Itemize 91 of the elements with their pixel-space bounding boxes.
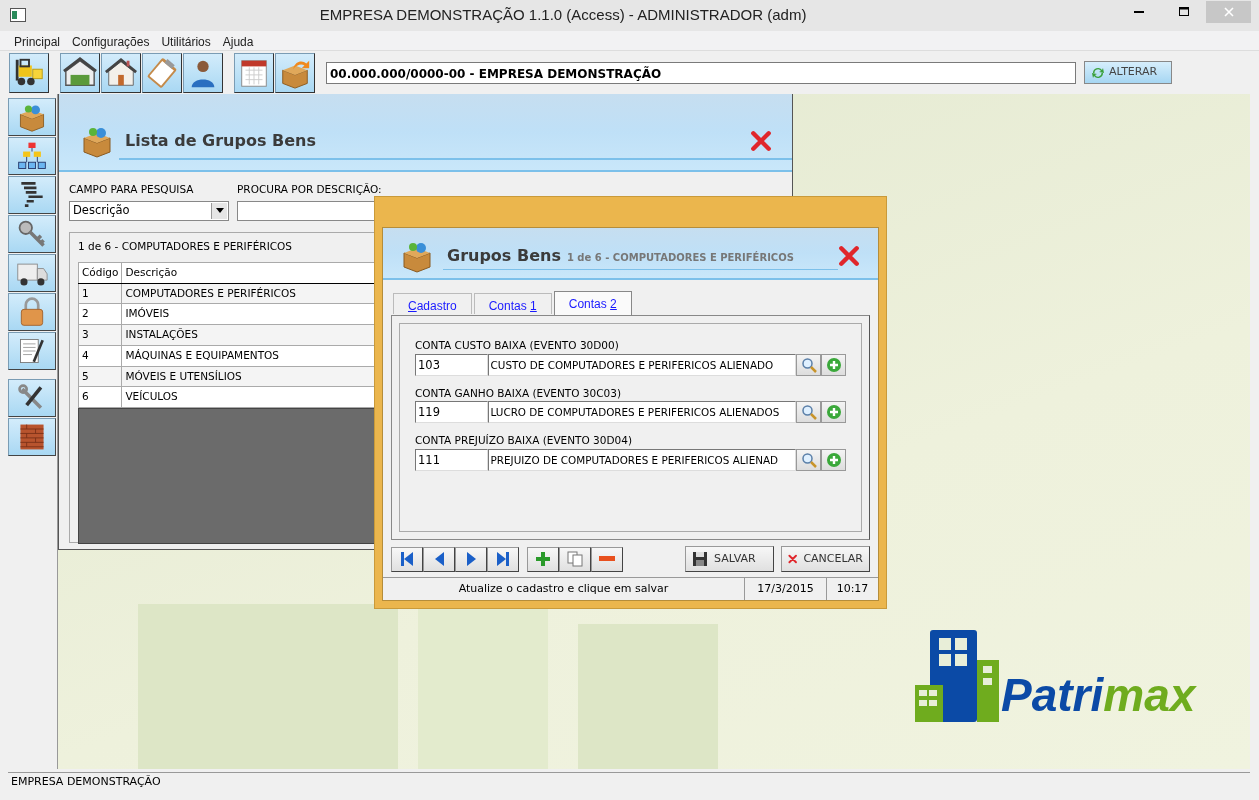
key-icon: [16, 218, 48, 250]
sidebar-button[interactable]: [8, 379, 56, 417]
toolbar-button[interactable]: [101, 52, 141, 93]
code-field[interactable]: 103: [415, 353, 488, 376]
company-field[interactable]: 00.000.000/0000-00 - EMPRESA DEMONSTRAÇÃO: [326, 61, 1076, 84]
delete-record-button[interactable]: [591, 546, 623, 572]
menu-item[interactable]: Configurações: [72, 33, 150, 48]
toolbar-button[interactable]: [275, 52, 315, 93]
first-icon: [401, 552, 413, 567]
new-record-button[interactable]: [527, 546, 559, 572]
toolbar-button[interactable]: [142, 52, 182, 93]
table-cell: 2: [78, 303, 122, 325]
table-cell: 4: [78, 345, 122, 366]
close-button[interactable]: [750, 130, 772, 152]
table-cell: 5: [78, 366, 122, 387]
status-time: 10:17: [835, 580, 870, 597]
code-field[interactable]: 119: [415, 401, 488, 424]
plus-circle-icon: [825, 452, 842, 469]
copy-icon: [567, 551, 583, 568]
menu-item[interactable]: Ajuda: [222, 33, 254, 48]
refresh-icon: [1091, 65, 1105, 80]
add-button[interactable]: [821, 449, 846, 472]
first-record-button[interactable]: [391, 546, 423, 572]
toolbar-button[interactable]: [234, 52, 274, 93]
sidebar-button[interactable]: [8, 293, 56, 331]
table-cell: 3: [78, 324, 122, 346]
toolbar-button[interactable]: [60, 52, 100, 93]
window-title: Lista de Grupos Bens: [125, 130, 316, 152]
search-button[interactable]: [796, 401, 822, 424]
app-icon: [10, 8, 26, 22]
sidebar-button[interactable]: [8, 215, 56, 253]
tab[interactable]: Cadastro: [393, 292, 472, 314]
previous-record-button[interactable]: [423, 546, 455, 572]
plus-circle-icon: [825, 404, 842, 421]
toolbar-button[interactable]: [9, 52, 49, 93]
table-cell: 1: [78, 283, 122, 304]
patrimax-logo: Patrimax: [915, 630, 1205, 726]
last-icon: [497, 552, 509, 567]
field-label: PROCURA POR DESCRIÇÃO:: [237, 182, 383, 197]
search-button[interactable]: [796, 353, 822, 376]
sidebar-button[interactable]: [8, 332, 56, 370]
field-label: CONTA PREJUÍZO BAIXA (EVENTO 30D04): [415, 433, 634, 449]
toolbar-button[interactable]: [183, 52, 223, 93]
search-icon: [800, 452, 817, 469]
close-icon: [838, 244, 860, 267]
search-icon: [800, 356, 817, 373]
close-button[interactable]: [838, 244, 860, 267]
dropdown-arrow-icon: [215, 208, 224, 214]
field-label: CONTA GANHO BAIXA (EVENTO 30C03): [415, 385, 622, 401]
field-label: CAMPO PARA PESQUISA: [69, 182, 195, 197]
status-bar: EMPRESA DEMONSTRAÇÃO: [8, 772, 1250, 792]
table-cell: 6: [78, 386, 122, 408]
search-icon: [800, 404, 817, 421]
code-field[interactable]: 111: [415, 449, 488, 472]
search-button[interactable]: [796, 449, 822, 472]
sidebar-button[interactable]: [8, 254, 56, 292]
add-button[interactable]: [821, 401, 846, 424]
description-field[interactable]: LUCRO DE COMPUTADORES E PERIFERICOS ALIENADOS: [487, 401, 797, 424]
close-icon: [750, 130, 772, 152]
search-field-dropdown[interactable]: Descrição: [69, 200, 229, 221]
menu-item[interactable]: Utilitários: [161, 33, 211, 48]
last-record-button[interactable]: [487, 546, 519, 572]
menu-item[interactable]: Principal: [14, 33, 61, 48]
description-field[interactable]: PREJUIZO DE COMPUTADORES E PERIFERICOS ALIENAD: [487, 449, 797, 472]
plus-icon: [535, 551, 551, 568]
next-icon: [466, 552, 476, 567]
status-message: Atualize o cadastro e clique em salvar: [383, 578, 745, 600]
clipboard-icon: [145, 55, 179, 90]
sidebar-button[interactable]: [8, 176, 56, 214]
description-field[interactable]: CUSTO DE COMPUTADORES E PERIFERICOS ALIENADO: [487, 353, 797, 376]
copy-record-button[interactable]: [559, 546, 591, 572]
save-button[interactable]: SALVAR: [685, 546, 774, 573]
tab[interactable]: Contas 1: [473, 292, 552, 314]
plus-circle-icon: [825, 356, 842, 373]
close-icon: [1223, 6, 1234, 17]
previous-icon: [434, 552, 444, 567]
status-date: 17/3/2015: [745, 578, 827, 600]
next-record-button[interactable]: [455, 546, 487, 572]
change-button[interactable]: ALTERAR: [1084, 61, 1172, 84]
minimize-icon: [1133, 10, 1144, 13]
add-button[interactable]: [821, 353, 846, 376]
sidebar-button[interactable]: [8, 137, 56, 175]
sidebar-button[interactable]: [8, 98, 56, 136]
sidebar-button[interactable]: [8, 418, 56, 456]
maximize-icon: [1178, 7, 1189, 16]
tab[interactable]: Contas 2: [553, 290, 632, 315]
cancel-button[interactable]: CANCELAR: [781, 546, 870, 573]
org-chart-icon: [16, 140, 48, 172]
minus-icon: [599, 556, 615, 563]
window-title: EMPRESA DEMONSTRAÇÃO 1.1.0 (Access) - ADMINISTRADOR (adm): [318, 5, 808, 26]
column-header: Código: [78, 262, 122, 283]
